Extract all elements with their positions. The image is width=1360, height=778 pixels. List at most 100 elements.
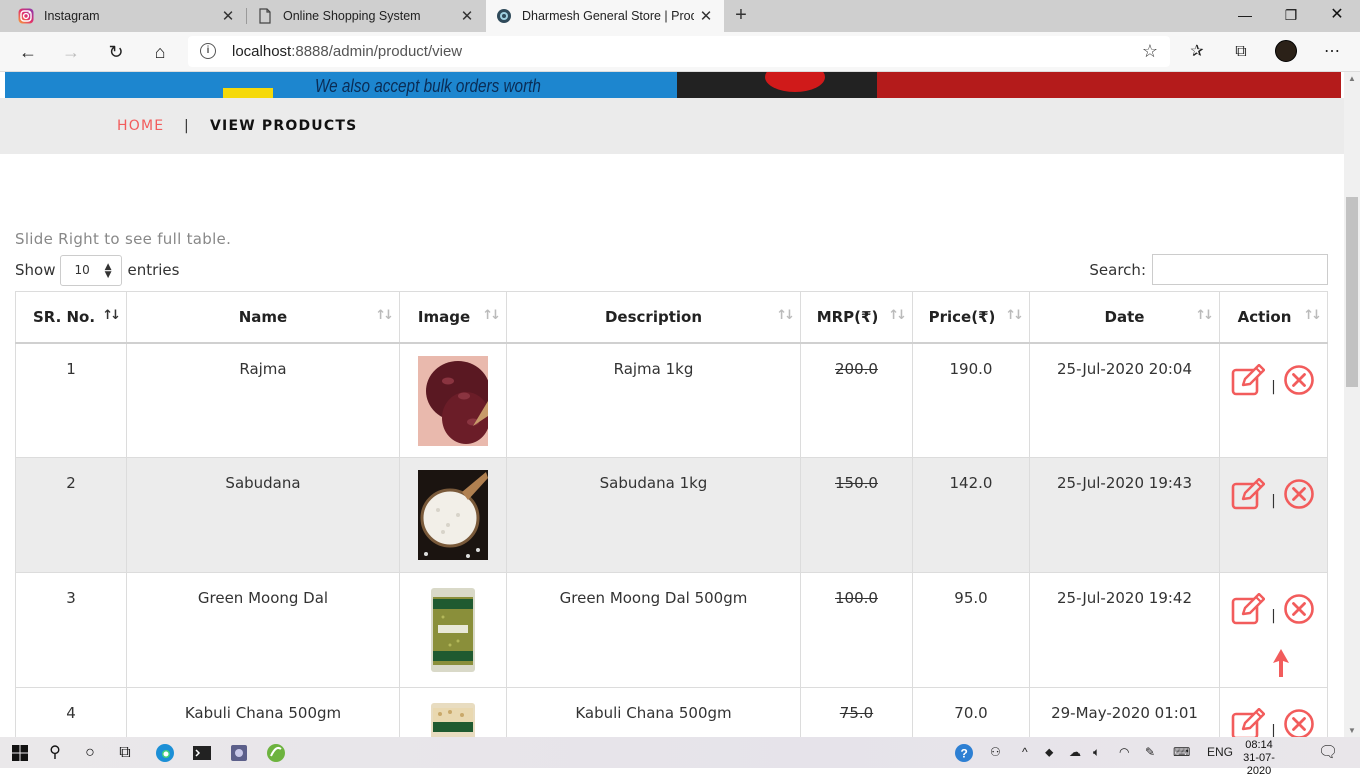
pen-icon[interactable]: ✎ <box>1145 745 1155 759</box>
task-view-icon[interactable]: ⧉ <box>113 741 137 765</box>
column-header-price[interactable]: Price(₹) ↑↓ <box>912 291 1030 344</box>
tab-instagram[interactable]: Instagram ✕ <box>0 0 246 32</box>
search-icon[interactable]: ⚲ <box>43 741 67 765</box>
windows-start-icon[interactable] <box>8 741 32 765</box>
scroll-down-icon[interactable]: ▼ <box>1348 726 1356 735</box>
column-header-name[interactable]: Name ↑↓ <box>126 291 400 344</box>
cell-sr: 1 <box>15 342 127 458</box>
language-indicator[interactable]: ENG <box>1207 745 1233 759</box>
cell-action: | <box>1219 687 1328 737</box>
notifications-icon[interactable]: 🗨︎ <box>1318 742 1338 762</box>
terminal-icon[interactable] <box>190 741 214 765</box>
tab-title: Instagram <box>44 9 100 23</box>
cell-description: Green Moong Dal 500gm <box>506 572 801 688</box>
cortana-icon[interactable]: ○ <box>78 741 102 765</box>
show-label: Show <box>15 261 56 279</box>
help-icon[interactable]: ? <box>954 743 974 766</box>
close-window-icon[interactable]: ✕ <box>1314 0 1360 32</box>
people-icon[interactable]: ⚇ <box>990 745 1001 759</box>
edit-icon[interactable] <box>1231 478 1266 510</box>
favorites-icon[interactable]: ✰ <box>1183 38 1211 66</box>
back-icon[interactable]: ← <box>14 38 42 66</box>
column-header-image[interactable]: Image ↑↓ <box>399 291 507 344</box>
table-row: 2 Sabudana Sabudana 1kg 150.0 142.0 25-J… <box>15 457 1328 573</box>
app-icon[interactable] <box>227 741 251 765</box>
mrp-value: 200.0 <box>835 359 878 378</box>
cell-sr: 4 <box>15 687 127 737</box>
cell-image <box>399 687 507 737</box>
cell-image <box>399 572 507 688</box>
dropbox-icon[interactable]: ⬥ <box>1045 745 1053 760</box>
more-menu-icon[interactable]: ⋯ <box>1318 38 1346 66</box>
cell-mrp: 100.0 <box>800 572 913 688</box>
table-hint: Slide Right to see full table. <box>15 230 232 248</box>
url-text: localhost:8888/admin/product/view <box>232 43 462 60</box>
refresh-icon[interactable]: ↻ <box>102 38 130 66</box>
wifi-icon[interactable]: ◠ <box>1119 745 1129 759</box>
close-tab-icon[interactable]: ✕ <box>455 7 479 25</box>
entries-select[interactable]: 10 ▲ ▼ <box>60 254 123 286</box>
edit-icon[interactable] <box>1231 593 1266 625</box>
profile-avatar[interactable] <box>1275 40 1297 62</box>
delete-icon[interactable] <box>1282 364 1316 396</box>
select-arrows-icon: ▲ ▼ <box>104 261 112 280</box>
column-header-description[interactable]: Description ↑↓ <box>506 291 801 344</box>
tab-dharmesh-store[interactable]: Dharmesh General Store | Produc ✕ <box>486 0 724 32</box>
clock-time: 08:14 <box>1245 739 1273 751</box>
favorite-star-icon[interactable]: ☆ <box>1142 41 1158 62</box>
system-clock[interactable]: 08:14 31-07-2020 <box>1238 739 1280 778</box>
close-tab-icon[interactable]: ✕ <box>216 7 240 25</box>
keyboard-icon[interactable]: ⌨ <box>1173 745 1190 759</box>
cell-sr: 3 <box>15 572 127 688</box>
onedrive-icon[interactable]: ☁ <box>1069 745 1081 759</box>
scroll-up-icon[interactable]: ▲ <box>1348 74 1356 83</box>
url-path: :8888/admin/product/view <box>291 43 463 60</box>
page-viewport: We also accept bulk orders worth HOME | … <box>0 72 1344 737</box>
minimize-icon[interactable]: — <box>1222 0 1268 32</box>
mrp-value: 150.0 <box>835 474 878 492</box>
edit-icon[interactable] <box>1231 363 1266 396</box>
page-scrollbar[interactable]: ▲ ▼ <box>1344 72 1360 737</box>
tab-title: Dharmesh General Store | Produc <box>522 9 694 23</box>
delete-icon[interactable] <box>1282 593 1316 625</box>
delete-icon[interactable] <box>1282 478 1316 510</box>
tab-online-shopping[interactable]: Online Shopping System ✕ <box>247 0 485 32</box>
column-header-action[interactable]: Action ↑↓ <box>1219 291 1328 344</box>
collections-icon[interactable]: ⧉ <box>1227 38 1255 66</box>
cell-date: 25-Jul-2020 20:04 <box>1029 342 1220 458</box>
address-bar[interactable]: i localhost:8888/admin/product/view ☆ <box>188 36 1170 67</box>
table-row: 4 Kabuli Chana 500gm Kabuli Chana 500gm … <box>15 687 1328 737</box>
forward-icon[interactable]: → <box>57 38 85 66</box>
browser-tab-strip: Instagram ✕ Online Shopping System ✕ Dha… <box>0 0 1360 32</box>
banner-graphic <box>877 72 1341 98</box>
volume-icon[interactable]: 🔈︎ <box>1093 745 1100 760</box>
mrp-value: 75.0 <box>839 704 874 722</box>
site-info-icon[interactable]: i <box>200 43 216 59</box>
edit-icon[interactable] <box>1231 708 1266 737</box>
restore-icon[interactable]: ❐ <box>1268 0 1314 32</box>
breadcrumb-home-link[interactable]: HOME <box>117 118 164 134</box>
cell-image <box>399 342 507 458</box>
close-tab-icon[interactable]: ✕ <box>694 7 718 25</box>
delete-icon[interactable] <box>1282 708 1316 737</box>
table-search: Search: <box>1089 254 1328 285</box>
cell-image <box>399 457 507 573</box>
show-hidden-icons-icon[interactable]: ^ <box>1022 745 1028 759</box>
home-icon[interactable]: ⌂ <box>146 38 174 66</box>
spring-tool-icon[interactable] <box>264 741 288 765</box>
banner-text: We also accept bulk orders worth <box>315 76 541 96</box>
column-header-date[interactable]: Date ↑↓ <box>1029 291 1220 344</box>
scroll-to-top-icon[interactable] <box>1272 649 1290 677</box>
sort-icon: ↑↓ <box>1303 308 1322 323</box>
cell-name: Kabuli Chana 500gm <box>126 687 400 737</box>
column-header-mrp[interactable]: MRP(₹) ↑↓ <box>800 291 913 344</box>
new-tab-icon[interactable]: + <box>730 4 752 26</box>
entries-label: entries <box>127 261 180 279</box>
edge-browser-icon[interactable] <box>153 741 177 765</box>
scrollbar-thumb[interactable] <box>1346 197 1358 387</box>
instagram-icon <box>18 8 34 24</box>
cell-price: 70.0 <box>912 687 1030 737</box>
table-row: 3 Green Moong Dal Green Moong Dal 500gm … <box>15 572 1328 688</box>
column-header-sr[interactable]: SR. No. ↑↓ <box>15 291 127 344</box>
search-input[interactable] <box>1152 254 1328 285</box>
